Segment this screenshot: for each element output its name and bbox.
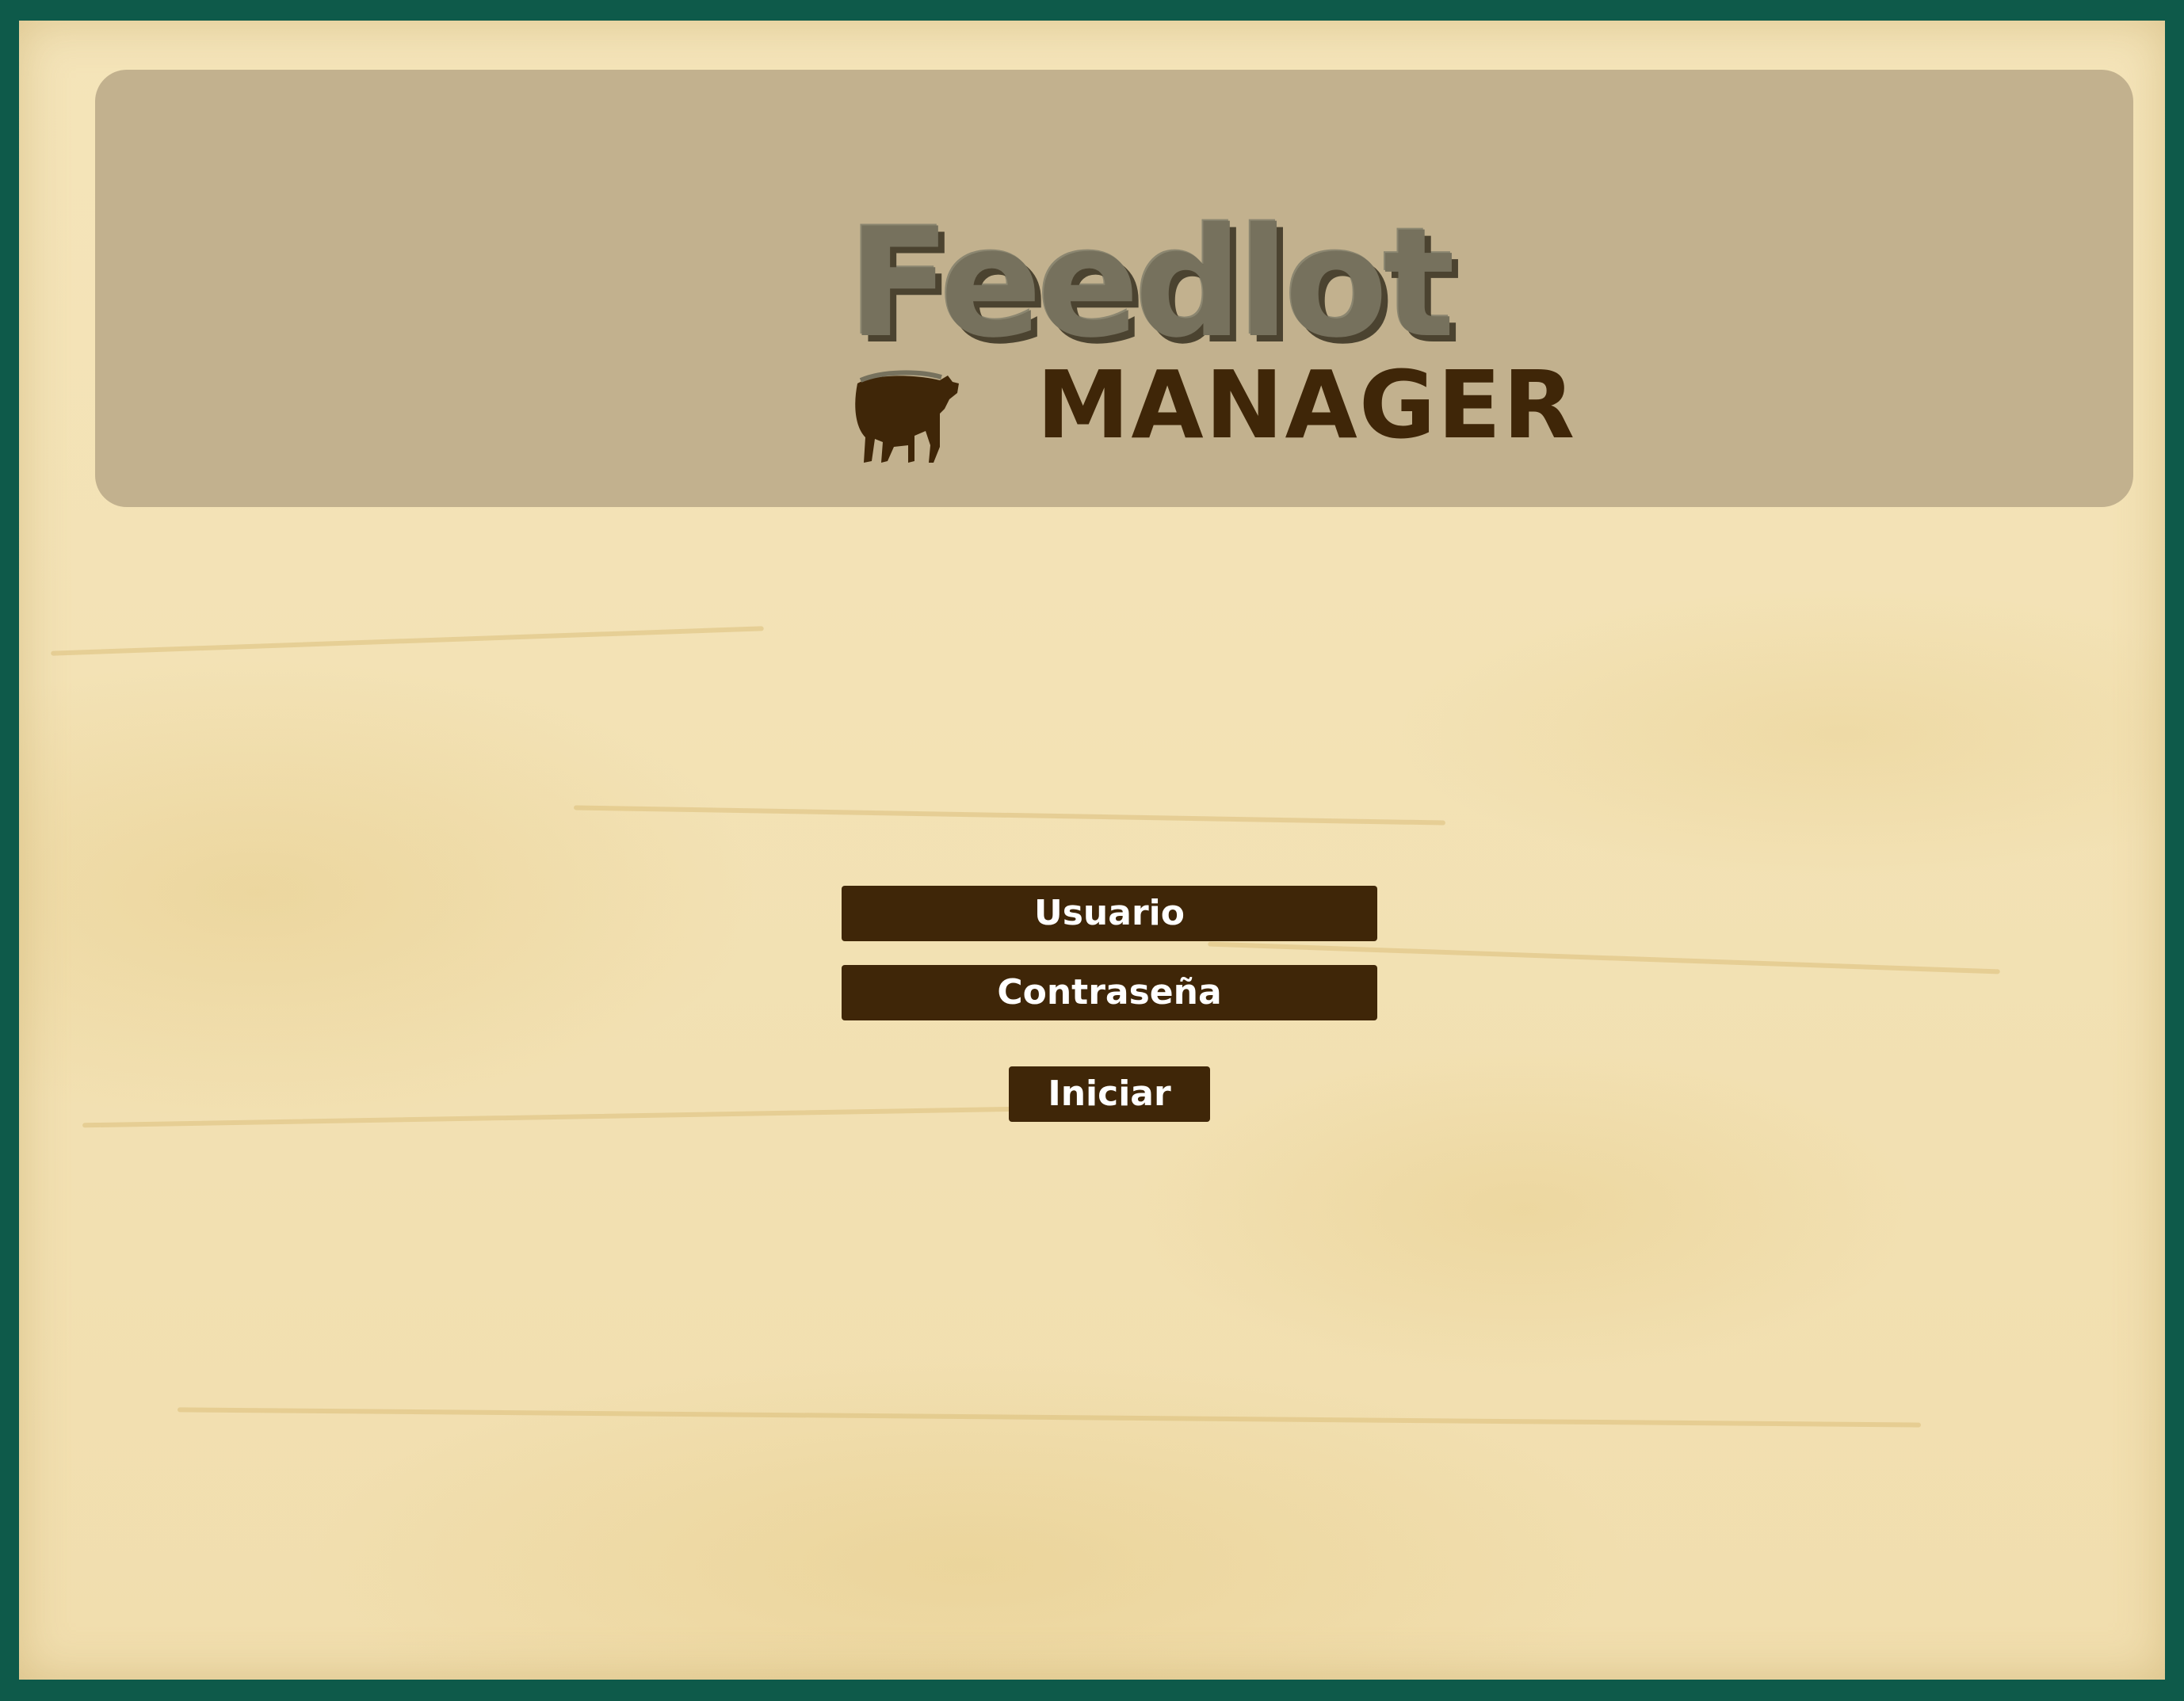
cow-icon [855,370,959,463]
username-field[interactable]: Usuario [842,886,1377,941]
feedlot-manager-logo: Feedlot MANAGER [848,196,1575,474]
password-field[interactable]: Contraseña [842,965,1377,1020]
logo-title: Feedlot [848,196,1455,371]
logo-subtitle: MANAGER [1037,350,1577,460]
texture-streak [51,626,764,656]
header-panel: Feedlot MANAGER [95,70,2133,507]
login-button[interactable]: Iniciar [1009,1066,1210,1122]
texture-streak [178,1407,1921,1428]
login-screen: Feedlot MANAGER Usuario Contraseña Inici… [19,21,2165,1680]
texture-streak [82,1104,1113,1128]
texture-streak [574,805,1445,826]
